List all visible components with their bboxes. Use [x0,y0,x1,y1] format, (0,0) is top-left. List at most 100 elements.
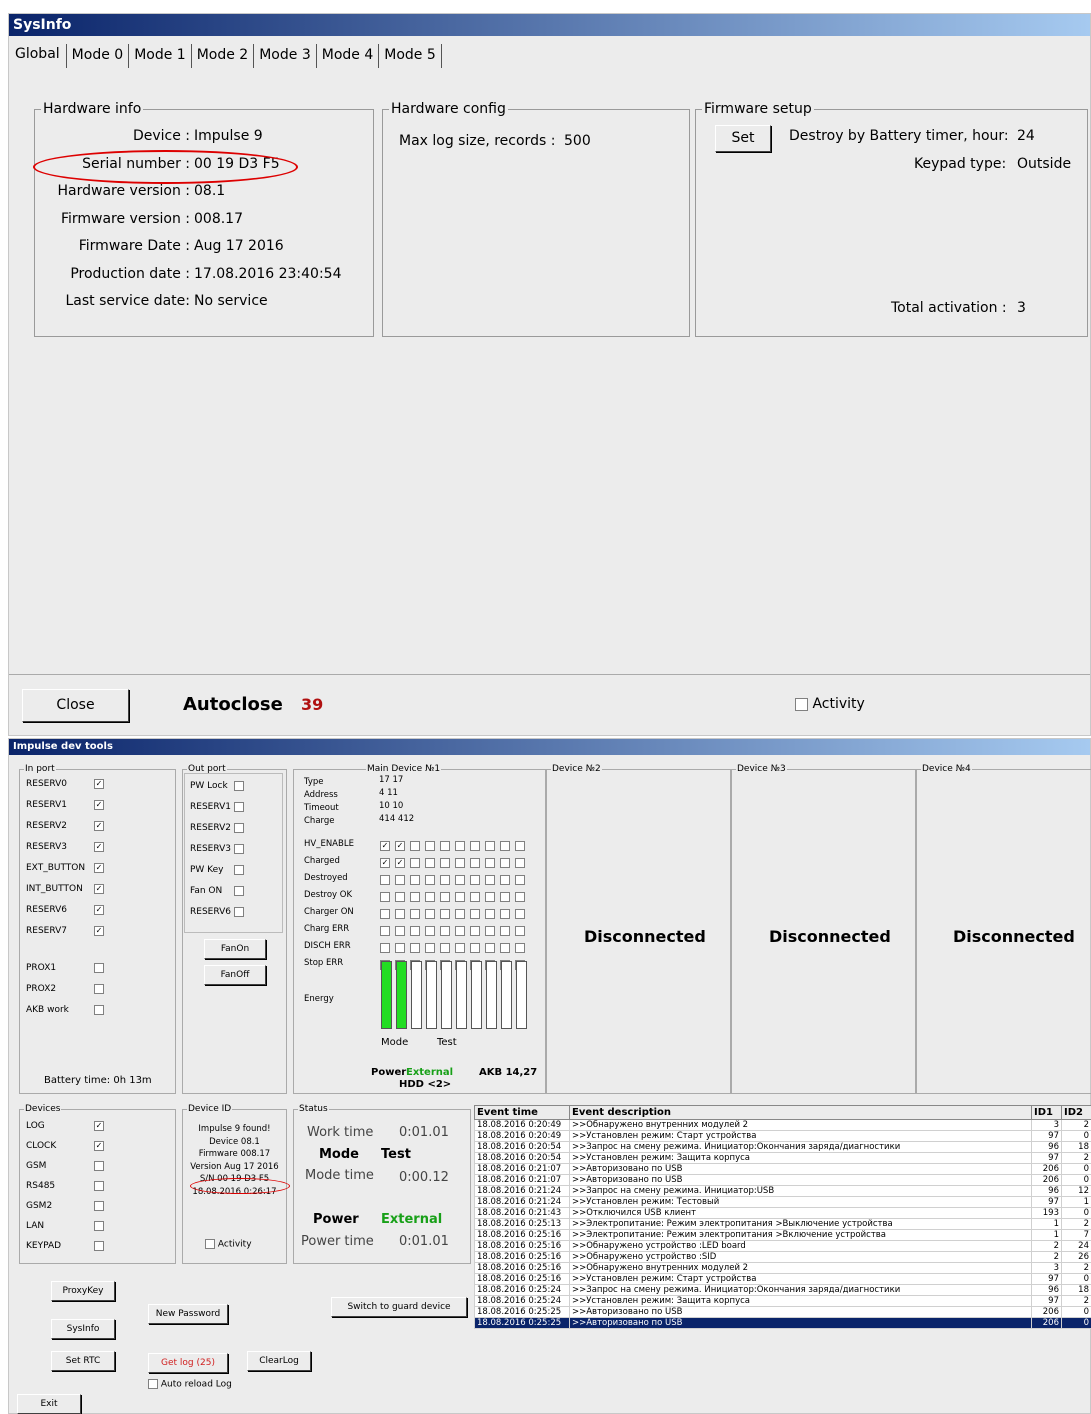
out-port-checkbox[interactable] [234,886,244,896]
table-row[interactable]: 18.08.2016 0:25:16 >>Обнаружено устройств… [474,1240,1091,1252]
hw-row-value: Aug 17 2016 [194,238,284,254]
set-rtc-button[interactable]: Set RTC [51,1351,115,1371]
in-port-checkbox[interactable]: ✓ [94,800,104,810]
out-port-checkbox[interactable] [234,907,244,917]
col-event-time[interactable]: Event time [474,1105,570,1120]
in-port-checkbox[interactable] [94,963,104,973]
activity-checkbox[interactable]: Activity [795,696,865,712]
tab-mode-3[interactable]: Mode 3 [254,44,317,68]
in-port-checkbox[interactable] [94,984,104,994]
table-row[interactable]: 18.08.2016 0:21:07 >>Авторизовано по USB 2… [474,1163,1091,1175]
table-row[interactable]: 18.08.2016 0:21:24 >>Установлен режим: Те… [474,1196,1091,1208]
table-row[interactable]: 18.08.2016 0:20:49 >>Обнаружено внутренни… [474,1119,1091,1131]
energy-bar [516,961,527,1029]
out-port-checkbox[interactable] [234,781,244,791]
event-time-cell: 18.08.2016 0:21:24 [474,1196,570,1208]
table-row[interactable]: 18.08.2016 0:20:54 >>Установлен режим: За… [474,1152,1091,1164]
table-row[interactable]: 18.08.2016 0:25:24 >>Запрос на смену режи… [474,1284,1091,1296]
devices-checkbox[interactable] [94,1161,104,1171]
hw-row-label: Last service date: [65,293,191,309]
tab-mode-5[interactable]: Mode 5 [379,44,442,68]
id1-cell: 1 [1031,1229,1062,1241]
main-device-checkbox [395,909,405,919]
id2-cell: 12 [1061,1185,1091,1197]
devices-checkbox[interactable] [94,1201,104,1211]
out-port-checkbox[interactable] [234,823,244,833]
devices-checkbox[interactable] [94,1181,104,1191]
tab-mode-1[interactable]: Mode 1 [129,44,192,68]
table-row[interactable]: 18.08.2016 0:25:16 >>Электропитание: Режи… [474,1229,1091,1241]
col-id2[interactable]: ID2 [1061,1105,1091,1120]
in-port-checkbox[interactable]: ✓ [94,863,104,873]
out-port-checkbox[interactable] [234,844,244,854]
tab-global[interactable]: Global [9,44,67,68]
devices-checkbox[interactable] [94,1241,104,1251]
event-time-cell: 18.08.2016 0:20:49 [474,1130,570,1142]
total-activation-value: 3 [1017,300,1026,316]
tab-mode-2[interactable]: Mode 2 [192,44,255,68]
table-row[interactable]: 18.08.2016 0:25:24 >>Установлен режим: За… [474,1295,1091,1307]
main-device-checkbox [410,875,420,885]
auto-reload-checkbox[interactable]: Auto reload Log [148,1379,232,1390]
new-password-button[interactable]: New Password [148,1304,228,1324]
exit-button[interactable]: Exit [17,1394,81,1414]
table-row[interactable]: 18.08.2016 0:21:07 >>Авторизовано по USB 2… [474,1174,1091,1186]
device-id-activity[interactable]: Activity [205,1239,252,1250]
in-port-checkbox[interactable]: ✓ [94,821,104,831]
id1-cell: 206 [1031,1317,1062,1329]
serial-highlight-ellipse [33,150,298,184]
device-2-legend: Device №2 [551,764,602,774]
devices-checkbox[interactable]: ✓ [94,1121,104,1131]
table-row[interactable]: 18.08.2016 0:25:16 >>Установлен режим: Ст… [474,1273,1091,1285]
set-button[interactable]: Set [715,125,771,152]
switch-guard-button[interactable]: Switch to guard device [331,1297,467,1317]
event-log-table[interactable]: Event time Event description ID1 ID2 18.… [474,1105,1091,1329]
main-device-checkbox [515,943,525,953]
table-row[interactable]: 18.08.2016 0:21:24 >>Запрос на смену режи… [474,1185,1091,1197]
in-port-checkbox[interactable]: ✓ [94,842,104,852]
in-port-checkbox[interactable]: ✓ [94,779,104,789]
in-port-checkbox[interactable] [94,1005,104,1015]
devices-checkbox[interactable] [94,1221,104,1231]
out-port-checkbox[interactable] [234,865,244,875]
in-port-checkbox[interactable]: ✓ [94,926,104,936]
col-event-description[interactable]: Event description [569,1105,1032,1120]
event-description-cell: >>Обнаружено внутренних модулей 2 [569,1262,1032,1274]
table-row[interactable]: 18.08.2016 0:25:25 >>Авторизовано по USB 2… [474,1306,1091,1318]
device-4-status: Disconnected [953,927,1075,946]
get-log-button[interactable]: Get log (25) [148,1353,228,1373]
device-id-activity-box[interactable] [205,1239,215,1249]
main-device-value: 10 10 [379,801,404,811]
main-device-checkbox [485,926,495,936]
devices-checkbox[interactable]: ✓ [94,1141,104,1151]
activity-checkbox-box[interactable] [795,697,808,711]
main-device-checkbox [380,943,390,953]
table-row[interactable]: 18.08.2016 0:25:13 >>Электропитание: Режи… [474,1218,1091,1230]
table-row[interactable]: 18.08.2016 0:20:54 >>Запрос на смену режи… [474,1141,1091,1153]
main-device-checkbox [380,875,390,885]
device-id-line: Version Aug 17 2016 [190,1161,279,1172]
table-row[interactable]: 18.08.2016 0:21:43 >>Отключился USB клиен… [474,1207,1091,1219]
table-row[interactable]: 18.08.2016 0:25:16 >>Обнаружено устройств… [474,1251,1091,1263]
table-row[interactable]: 18.08.2016 0:25:16 >>Обнаружено внутренни… [474,1262,1091,1274]
table-row[interactable]: 18.08.2016 0:25:25 >>Авторизовано по USB 2… [474,1317,1091,1329]
proxykey-button[interactable]: ProxyKey [51,1281,115,1301]
event-description-cell: >>Авторизовано по USB [569,1306,1032,1318]
power-time-label: Power time [301,1234,374,1249]
clear-log-button[interactable]: ClearLog [247,1351,311,1371]
in-port-checkbox[interactable]: ✓ [94,905,104,915]
id1-cell: 206 [1031,1163,1062,1175]
table-row[interactable]: 18.08.2016 0:20:49 >>Установлен режим: Ст… [474,1130,1091,1142]
tab-mode-4[interactable]: Mode 4 [317,44,380,68]
col-id1[interactable]: ID1 [1031,1105,1062,1120]
event-time-cell: 18.08.2016 0:25:24 [474,1295,570,1307]
tab-mode-0[interactable]: Mode 0 [67,44,130,68]
out-port-checkbox[interactable] [234,802,244,812]
sysinfo-button[interactable]: SysInfo [51,1319,115,1339]
close-button[interactable]: Close [22,689,129,722]
main-device-checkbox [470,926,480,936]
in-port-checkbox[interactable]: ✓ [94,884,104,894]
auto-reload-box[interactable] [148,1379,158,1389]
fan-off-button[interactable]: FanOff [204,965,266,985]
fan-on-button[interactable]: FanOn [204,939,266,959]
